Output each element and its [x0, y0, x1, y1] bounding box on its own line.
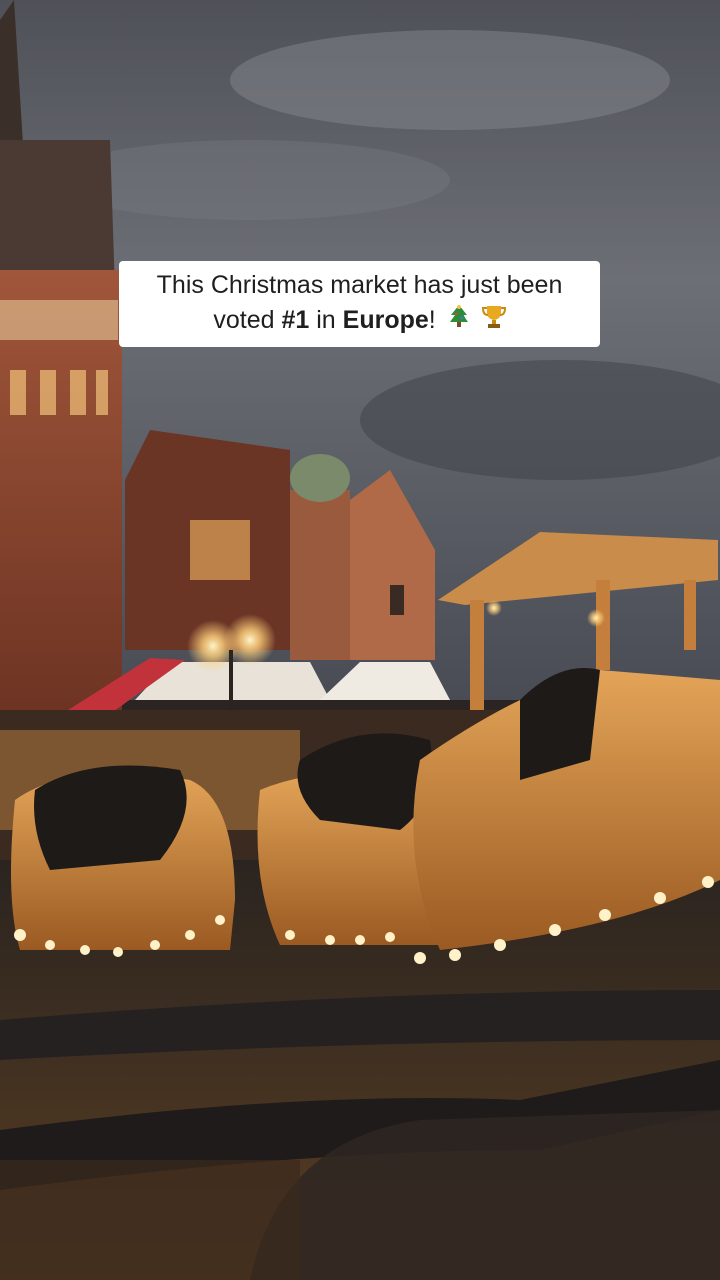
caption-in-text: in — [309, 306, 343, 335]
video-frame: This Christmas market has just been vote… — [0, 0, 720, 1280]
caption-line-2: voted #1 in Europe! — [213, 303, 506, 340]
carousel-cart-left — [11, 765, 235, 950]
christmas-market-photo — [0, 0, 720, 1280]
caption-rank: #1 — [281, 306, 310, 335]
caption-line-1: This Christmas market has just been — [156, 271, 563, 300]
caption-exclamation: ! — [428, 306, 436, 335]
caption-place: Europe — [342, 306, 429, 335]
trophy-icon — [481, 304, 506, 340]
caption-box: This Christmas market has just been vote… — [119, 261, 600, 347]
christmas-tree-icon — [449, 304, 469, 339]
caption-voted-text: voted — [213, 306, 282, 335]
